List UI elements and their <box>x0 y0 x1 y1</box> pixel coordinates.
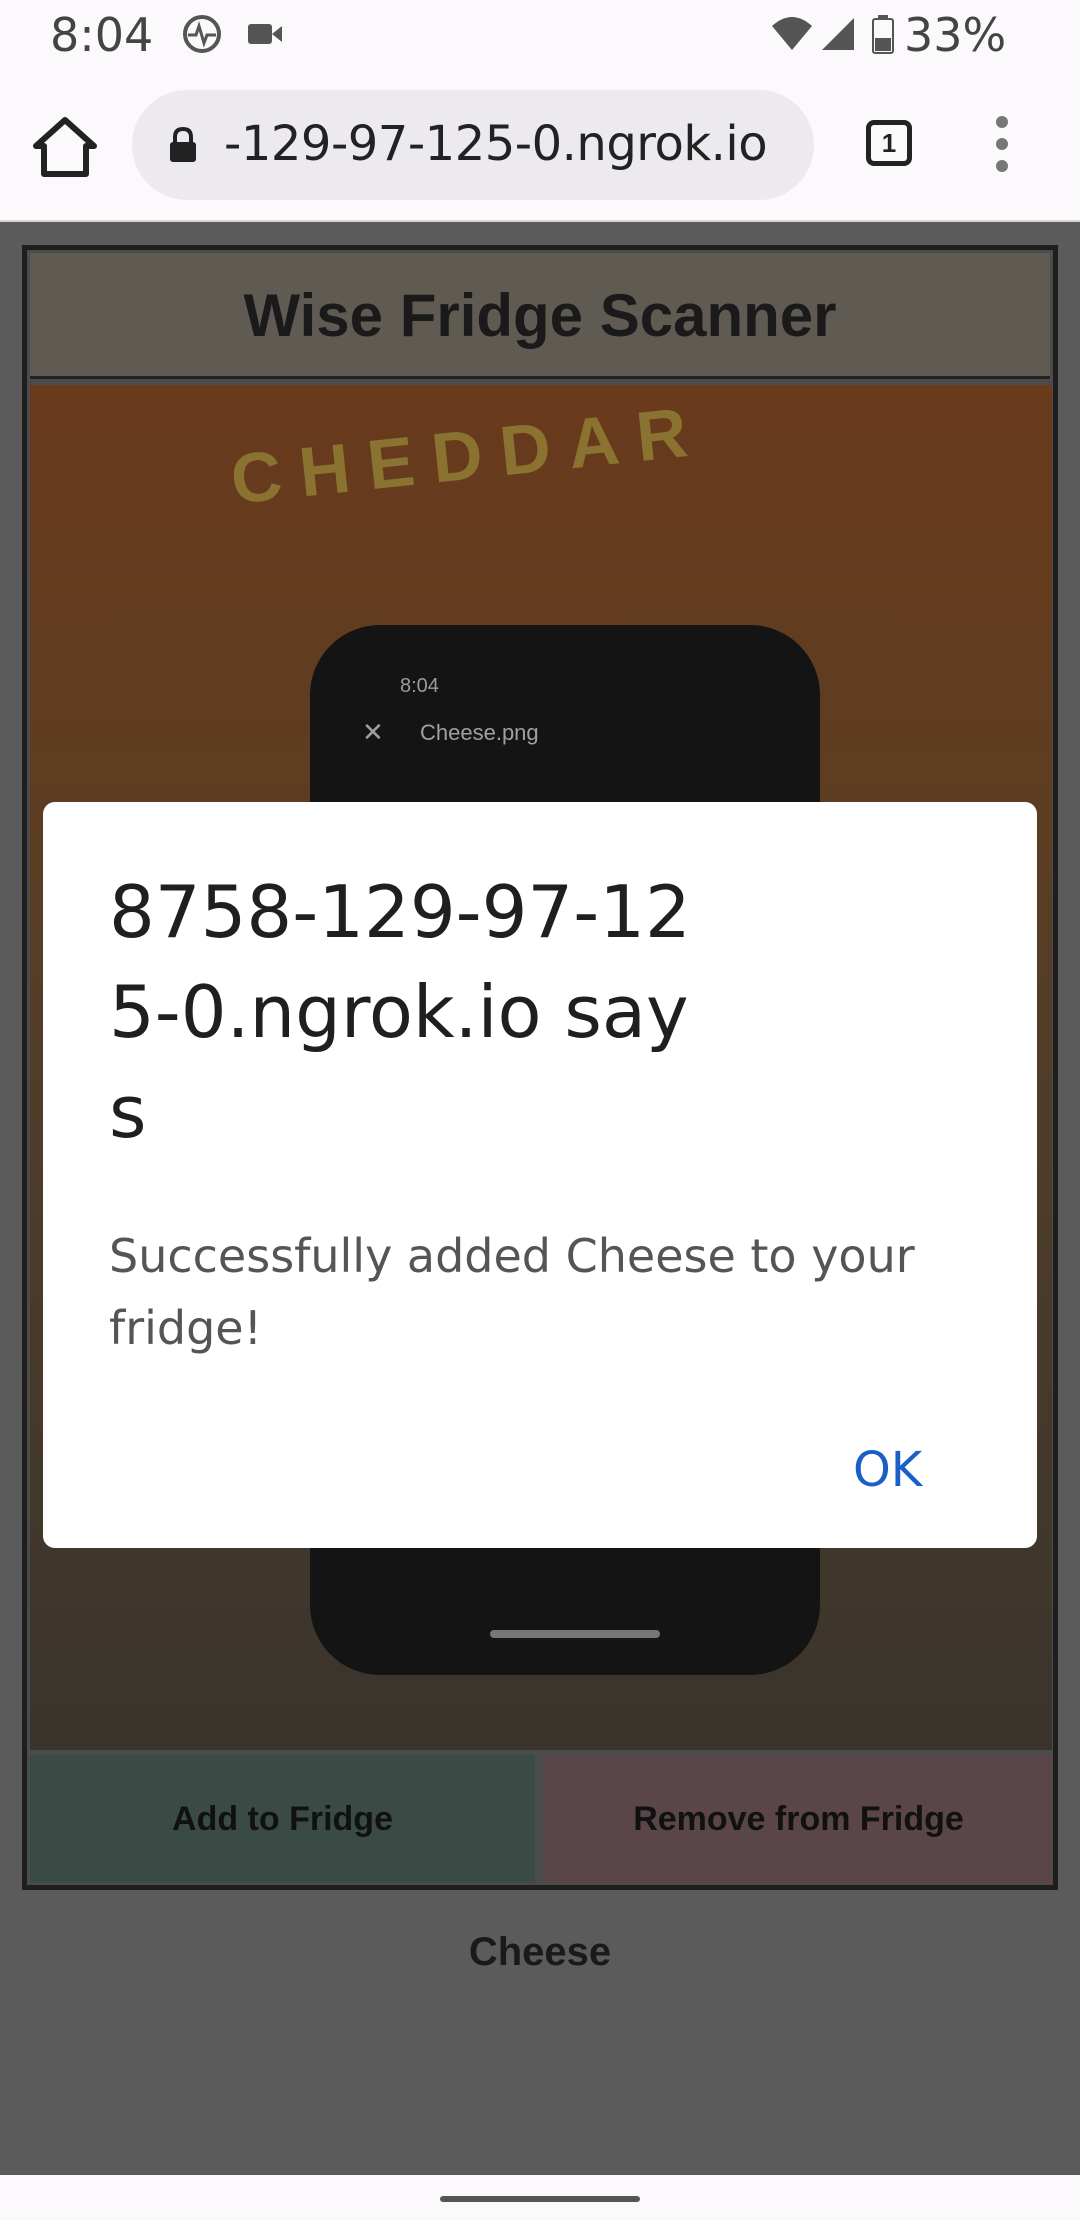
system-nav-bar <box>0 2175 1080 2220</box>
remove-from-fridge-button[interactable]: Remove from Fridge <box>545 1755 1052 1883</box>
phone-home-bar <box>490 1630 660 1638</box>
overflow-menu-icon[interactable] <box>990 116 1014 180</box>
activity-icon <box>183 15 221 53</box>
add-to-fridge-button[interactable]: Add to Fridge <box>30 1755 535 1883</box>
signal-icon <box>822 18 854 50</box>
phone-time: 8:04 <box>400 675 439 697</box>
status-time: 8:04 <box>50 8 154 62</box>
home-icon[interactable] <box>30 114 100 180</box>
dialog-title: 8758-129-97-125-0.ngrok.io says <box>109 870 691 1154</box>
close-icon: ✕ <box>362 717 384 747</box>
dialog-message: Successfully added Cheese to your fridge… <box>109 1229 915 1355</box>
lock-icon <box>170 126 196 162</box>
browser-toolbar: -129-97-125-0.ngrok.io 1 <box>0 70 1080 222</box>
video-icon <box>248 24 282 44</box>
battery-icon <box>872 15 894 54</box>
alert-dialog: 8758-129-97-125-0.ngrok.io says Successf… <box>43 802 1037 1548</box>
detected-item-label: Cheese <box>468 1930 612 1974</box>
battery-percent: 33% <box>904 8 1007 62</box>
wifi-icon <box>772 17 812 50</box>
page-title: Wise Fridge Scanner <box>243 282 837 349</box>
page-header: Wise Fridge Scanner <box>30 253 1050 379</box>
url-text: -129-97-125-0.ngrok.io <box>224 116 768 172</box>
gesture-handle[interactable] <box>440 2196 640 2202</box>
tab-switcher-button[interactable]: 1 <box>866 120 912 166</box>
ok-button[interactable]: OK <box>853 1442 922 1498</box>
address-bar[interactable]: -129-97-125-0.ngrok.io <box>132 90 814 200</box>
action-buttons: Add to Fridge Remove from Fridge <box>30 1755 1052 1883</box>
phone-filename: Cheese.png <box>420 720 539 745</box>
status-bar: 8:04 33% <box>0 0 1080 70</box>
